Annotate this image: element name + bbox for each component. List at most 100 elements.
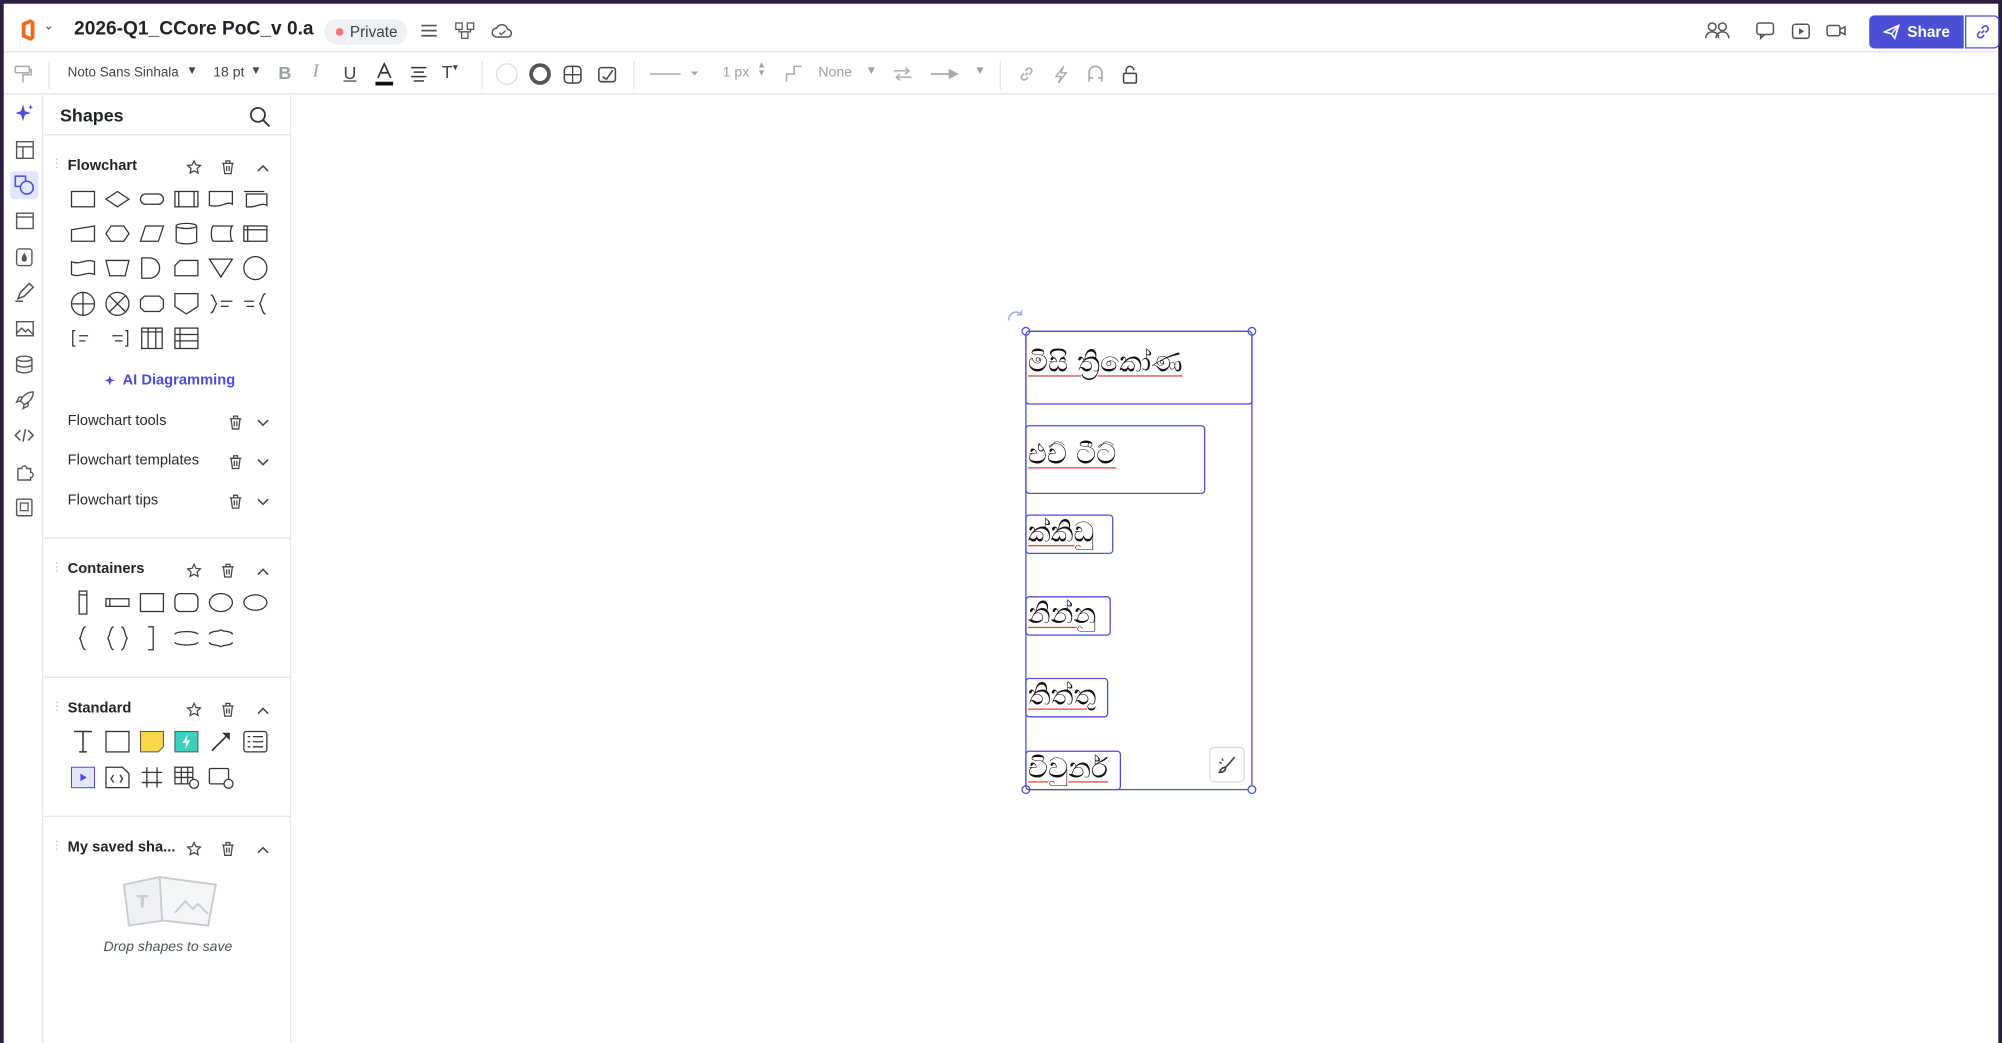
document-title[interactable]: 2026-Q1_CCore PoC_v 0.a xyxy=(74,18,314,40)
bold-icon[interactable]: B xyxy=(278,63,291,83)
manual-operation-shape-icon[interactable] xyxy=(103,255,131,281)
app-menu-chevron-icon[interactable]: ⌄ xyxy=(43,19,54,33)
bracket-pair-shape-icon[interactable] xyxy=(103,626,131,652)
text-box[interactable]: නින්නු xyxy=(1025,596,1111,636)
arrow-line-icon[interactable] xyxy=(207,729,235,755)
text-box[interactable]: මිසි ත්‍රිකෝණ xyxy=(1025,330,1253,405)
endpoint-select[interactable]: None xyxy=(818,65,852,80)
trash-icon[interactable] xyxy=(226,414,244,432)
image-icon[interactable] xyxy=(10,314,38,342)
lock-icon[interactable] xyxy=(1118,63,1141,86)
display-shape-icon[interactable] xyxy=(138,291,166,317)
terminator-shape-icon[interactable] xyxy=(138,186,166,212)
bracket-note-left-shape-icon[interactable] xyxy=(69,326,97,352)
flowchart-tools-row[interactable]: Flowchart tools xyxy=(68,414,167,429)
draw-icon[interactable] xyxy=(10,278,38,306)
privacy-badge[interactable]: Private xyxy=(324,19,408,45)
summing-junction-shape-icon[interactable] xyxy=(103,291,131,317)
magnet-icon[interactable] xyxy=(1084,63,1107,86)
arrow-style-chevron-icon[interactable]: ▼ xyxy=(974,64,985,77)
block-shape-icon[interactable] xyxy=(103,729,131,755)
style-presets-icon[interactable] xyxy=(595,63,618,86)
manual-input-shape-icon[interactable] xyxy=(69,221,97,247)
document-shape-icon[interactable] xyxy=(207,186,235,212)
brace-left-shape-icon[interactable] xyxy=(69,626,97,652)
horizontal-container-shape-icon[interactable] xyxy=(103,590,131,616)
section-saved-title[interactable]: My saved sha... xyxy=(68,840,176,855)
data-icon[interactable] xyxy=(10,350,38,378)
text-shape-icon[interactable] xyxy=(69,729,97,755)
fill-color-icon[interactable] xyxy=(494,61,520,87)
embed-add-icon[interactable] xyxy=(207,765,235,791)
cloud-sync-icon[interactable] xyxy=(490,19,513,42)
line-width-stepper-icon[interactable]: ▲ ▼ xyxy=(757,61,766,78)
trash-icon[interactable] xyxy=(218,562,236,580)
action-shape-icon[interactable] xyxy=(172,729,200,755)
format-painter-icon[interactable] xyxy=(11,63,34,86)
frame-shape-icon[interactable] xyxy=(138,765,166,791)
star-icon[interactable] xyxy=(185,562,203,580)
rotate-handle-icon[interactable] xyxy=(1006,309,1024,324)
card-shape-icon[interactable] xyxy=(172,255,200,281)
vertical-container-shape-icon[interactable] xyxy=(69,590,97,616)
connector-circle-shape-icon[interactable] xyxy=(241,255,269,281)
ai-sparkle-icon[interactable] xyxy=(10,100,38,128)
video-call-icon[interactable] xyxy=(1825,19,1848,42)
share-button[interactable]: Share xyxy=(1869,15,1964,49)
collaborators-icon[interactable] xyxy=(1703,18,1731,44)
video-embed-icon[interactable] xyxy=(69,765,97,791)
search-icon[interactable] xyxy=(246,103,272,129)
text-box[interactable]: තිත්තු xyxy=(1025,677,1109,718)
line-style-select[interactable] xyxy=(649,63,701,86)
star-icon[interactable] xyxy=(185,701,203,719)
arrow-style-icon[interactable] xyxy=(930,63,963,86)
code-block-icon[interactable] xyxy=(103,765,131,791)
or-shape-icon[interactable] xyxy=(69,291,97,317)
ai-diagramming-button[interactable]: AI Diagramming xyxy=(103,373,235,388)
drag-handle-icon[interactable]: ⋮⋮ xyxy=(51,561,75,579)
font-family-chevron-icon[interactable]: ▼ xyxy=(186,64,197,77)
text-box[interactable]: ක්කිඩු xyxy=(1025,514,1114,555)
app-logo-icon[interactable] xyxy=(18,19,38,41)
flowchart-templates-row[interactable]: Flowchart templates xyxy=(68,453,199,468)
present-icon[interactable] xyxy=(1789,19,1812,42)
bracket-note-right-shape-icon[interactable] xyxy=(103,326,131,352)
underline-icon[interactable]: U xyxy=(343,63,356,83)
org-chart-icon[interactable] xyxy=(453,19,476,42)
process-shape-icon[interactable] xyxy=(172,186,200,212)
action-icon[interactable] xyxy=(1050,63,1073,86)
font-family-select[interactable]: Noto Sans Sinhala xyxy=(68,65,179,80)
circle-container-shape-icon[interactable] xyxy=(207,590,235,616)
swimlane-horizontal-shape-icon[interactable] xyxy=(172,326,200,352)
table-add-icon[interactable] xyxy=(172,765,200,791)
annotation-right-shape-icon[interactable] xyxy=(207,291,235,317)
expand-chevron-icon[interactable] xyxy=(254,493,272,511)
database-shape-icon[interactable] xyxy=(172,221,200,247)
connector-style-icon[interactable] xyxy=(783,63,806,86)
multi-document-shape-icon[interactable] xyxy=(241,186,269,212)
text-box[interactable]: චිවුනර් xyxy=(1025,750,1122,791)
ellipse-container-shape-icon[interactable] xyxy=(241,590,269,616)
internal-storage-shape-icon[interactable] xyxy=(241,221,269,247)
rect-container-shape-icon[interactable] xyxy=(138,590,166,616)
trash-icon[interactable] xyxy=(226,493,244,511)
section-containers-title[interactable]: Containers xyxy=(68,562,145,577)
off-page-shape-icon[interactable] xyxy=(172,291,200,317)
collapse-chevron-icon[interactable] xyxy=(254,158,272,176)
drag-handle-icon[interactable]: ⋮⋮ xyxy=(51,158,75,175)
diagram-canvas[interactable]: මිසි ත්‍රිකෝණ එච් ටීට් ක්කිඩු නින්නු තිත… xyxy=(292,95,1999,1043)
drag-handle-icon[interactable]: ⋮⋮ xyxy=(51,700,75,718)
templates-icon[interactable] xyxy=(10,135,38,163)
stored-data-shape-icon[interactable] xyxy=(207,221,235,247)
text-color-icon[interactable] xyxy=(373,61,396,87)
copy-link-button[interactable] xyxy=(1964,15,2000,49)
section-flowchart-title[interactable]: Flowchart xyxy=(68,158,137,173)
frames-icon[interactable] xyxy=(10,207,38,235)
font-size-select[interactable]: 18 pt xyxy=(213,65,244,80)
annotation-left-shape-icon[interactable] xyxy=(241,291,269,317)
integrations-puzzle-icon[interactable] xyxy=(10,457,38,485)
decision-shape-icon[interactable] xyxy=(103,186,131,212)
shape-options-icon[interactable] xyxy=(561,63,584,86)
text-options-icon[interactable]: T▾ xyxy=(442,61,458,81)
star-icon[interactable] xyxy=(185,158,203,176)
